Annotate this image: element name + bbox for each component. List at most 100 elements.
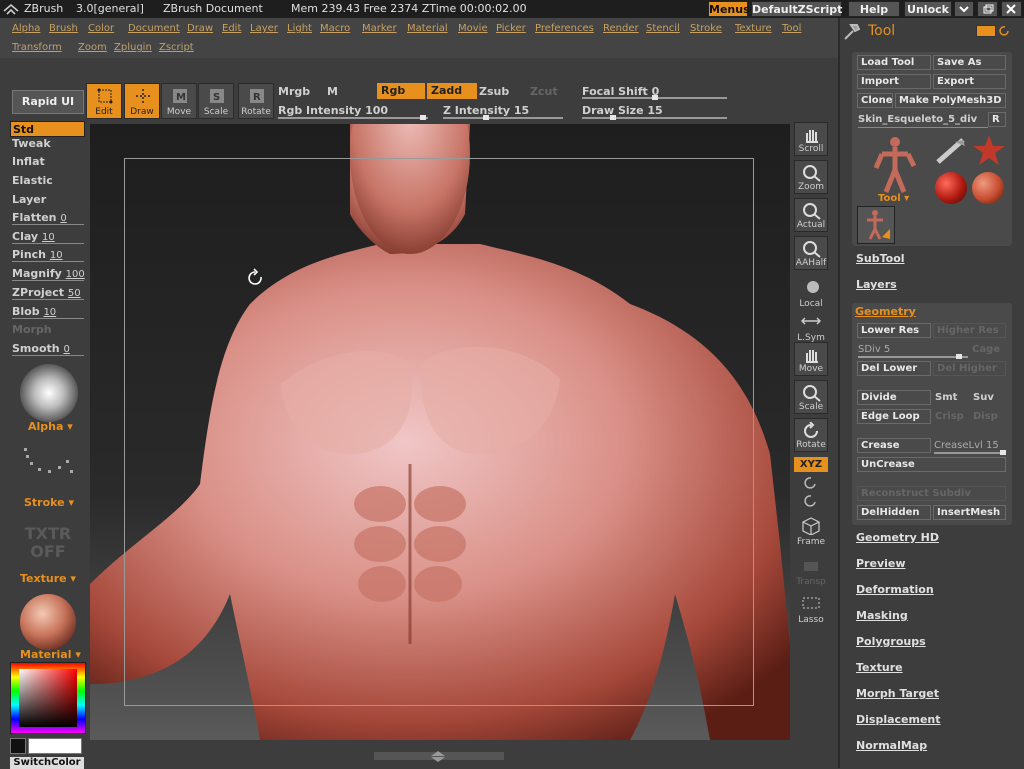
menu-brush[interactable]: Brush (49, 23, 78, 34)
menu-texture[interactable]: Texture (735, 23, 772, 34)
secondary-color-swatch[interactable] (10, 738, 26, 754)
sdiv-knob[interactable] (956, 354, 962, 359)
scale-mode-button[interactable]: S Scale (198, 83, 234, 119)
menu-movie[interactable]: Movie (458, 23, 488, 34)
menu-color[interactable]: Color (88, 23, 114, 34)
delhidden-button[interactable]: DelHidden (857, 505, 931, 520)
smt-toggle[interactable]: Smt (935, 392, 957, 403)
refresh-icon[interactable] (998, 24, 1012, 38)
geometry-section[interactable]: Geometry (855, 305, 916, 318)
brush-layer[interactable]: Layer (12, 193, 46, 206)
xyz-toggle[interactable]: XYZ (794, 457, 828, 472)
masking-section[interactable]: Masking (856, 609, 908, 622)
brush-pinch[interactable]: Pinch 10 (12, 248, 63, 261)
deformation-section[interactable]: Deformation (856, 583, 934, 596)
menu-preferences[interactable]: Preferences (535, 23, 594, 34)
m-toggle[interactable]: M (327, 85, 338, 98)
menus-button[interactable]: Menus (708, 1, 750, 17)
lasso-button[interactable]: Lasso (794, 592, 828, 626)
brush-flatten[interactable]: Flatten 0 (12, 211, 67, 224)
restore-button[interactable] (977, 1, 998, 17)
menu-zoom[interactable]: Zoom (78, 42, 107, 53)
magnify-slider[interactable] (12, 280, 84, 281)
lower-res-button[interactable]: Lower Res (857, 323, 931, 338)
edit-mode-button[interactable]: Edit (86, 83, 122, 119)
brush-blob[interactable]: Blob 10 (12, 305, 56, 318)
layers-section[interactable]: Layers (856, 278, 897, 291)
brush-clay[interactable]: Clay 10 (12, 230, 55, 243)
blob-slider[interactable] (12, 318, 84, 319)
material-preview[interactable] (20, 594, 76, 650)
scale-view-button[interactable]: Scale (794, 380, 828, 414)
unlock-button[interactable]: Unlock (904, 1, 952, 17)
creaselvl-slider[interactable] (934, 452, 1006, 454)
crease-button[interactable]: Crease (857, 438, 931, 453)
draw-size-knob[interactable] (610, 115, 616, 120)
simplebrush-tool-icon[interactable] (935, 136, 969, 164)
current-tool-name[interactable]: Skin_Esqueleto_5_div (858, 114, 977, 125)
menu-marker[interactable]: Marker (362, 23, 397, 34)
zproject-slider[interactable] (12, 299, 84, 300)
sdiv-slider[interactable] (858, 356, 968, 358)
del-lower-button[interactable]: Del Lower (857, 361, 931, 376)
menu-light[interactable]: Light (287, 23, 312, 34)
rgb-toggle[interactable]: Rgb (377, 83, 425, 99)
rotate-z-icon[interactable] (803, 494, 819, 508)
arrow-up-down-icon[interactable] (428, 750, 448, 762)
make-polymesh-button[interactable]: Make PolyMesh3D (895, 93, 1006, 108)
actual-button[interactable]: Actual (794, 198, 828, 232)
brush-smooth[interactable]: Smooth 0 (12, 342, 70, 355)
flatten-slider[interactable] (12, 224, 84, 225)
z-intensity-knob[interactable] (483, 115, 489, 120)
move-view-button[interactable]: Move (794, 342, 828, 376)
frame-button[interactable]: Frame (794, 514, 828, 548)
menu-document[interactable]: Document (128, 23, 180, 34)
stroke-dots-icon[interactable] (20, 446, 78, 486)
import-button[interactable]: Import (857, 74, 931, 89)
menu-draw[interactable]: Draw (187, 23, 213, 34)
rgb-intensity-slider[interactable] (278, 117, 428, 119)
subtool-section[interactable]: SubTool (856, 252, 905, 265)
pinch-slider[interactable] (12, 261, 84, 262)
displacement-section[interactable]: Displacement (856, 713, 941, 726)
sphere3d-tool-icon[interactable] (972, 172, 1004, 204)
brush-magnify[interactable]: Magnify 100 (12, 267, 85, 280)
suv-toggle[interactable]: Suv (973, 392, 994, 403)
brush-zproject[interactable]: ZProject 50 (12, 286, 81, 299)
lsym-button[interactable]: L.Sym (794, 310, 828, 344)
menu-layer[interactable]: Layer (250, 23, 278, 34)
insertmesh-button[interactable]: InsertMesh (933, 505, 1006, 520)
brush-elastic[interactable]: Elastic (12, 174, 53, 187)
mrgb-toggle[interactable]: Mrgb (278, 85, 310, 98)
stroke-label[interactable]: Stroke ▾ (24, 496, 74, 509)
brush-inflat[interactable]: Inflat (12, 155, 45, 168)
menu-zscript[interactable]: Zscript (159, 42, 194, 53)
morph-target-section[interactable]: Morph Target (856, 687, 939, 700)
normalmap-section[interactable]: NormalMap (856, 739, 927, 752)
switch-color-button[interactable]: SwitchColor (10, 757, 84, 769)
clone-button[interactable]: Clone (857, 93, 893, 108)
menu-alpha[interactable]: Alpha (12, 23, 40, 34)
tool-thumbnail-figure[interactable] (870, 134, 916, 198)
palette-dock-toggle[interactable] (976, 25, 996, 37)
rapid-ui-button[interactable]: Rapid UI (12, 90, 84, 114)
geometry-hd-section[interactable]: Geometry HD (856, 531, 939, 544)
menu-edit[interactable]: Edit (222, 23, 241, 34)
aahalf-button[interactable]: AAHalf (794, 236, 828, 270)
clay-slider[interactable] (12, 243, 84, 244)
zadd-toggle[interactable]: Zadd (427, 83, 477, 99)
recent-tool-thumbnail[interactable] (857, 206, 895, 244)
help-button[interactable]: Help (848, 1, 900, 17)
rgb-intensity-knob[interactable] (420, 115, 426, 120)
rotate-y-icon[interactable] (803, 476, 819, 490)
menu-material[interactable]: Material (407, 23, 448, 34)
zoom-button[interactable]: Zoom (794, 160, 828, 194)
zsub-toggle[interactable]: Zsub (479, 85, 509, 98)
load-tool-button[interactable]: Load Tool (857, 55, 931, 70)
focal-shift-knob[interactable] (652, 95, 658, 100)
alpha-label[interactable]: Alpha ▾ (28, 420, 73, 433)
brush-tweak[interactable]: Tweak (12, 137, 51, 150)
menu-transform[interactable]: Transform (12, 42, 62, 53)
divide-button[interactable]: Divide (857, 390, 931, 405)
draw-size-slider[interactable] (582, 117, 727, 119)
